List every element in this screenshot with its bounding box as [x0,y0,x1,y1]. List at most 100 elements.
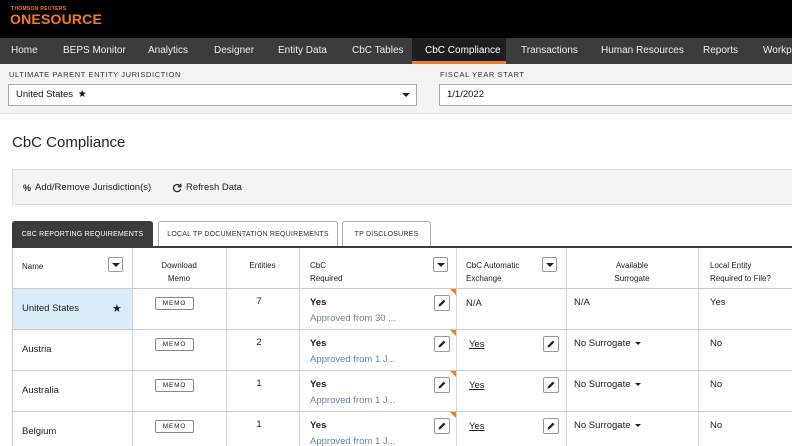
row-local-required: No [710,379,723,390]
row-cbc-approval: Approved from 1 J... [310,354,396,365]
download-memo-button[interactable]: MEMO [155,338,194,351]
row-auto-exchange-link[interactable]: Yes [469,421,485,432]
row-name-cell[interactable]: Austria [13,330,132,370]
row-cbc-approval: Approved from 1 J... [310,436,396,446]
row-local-required: No [710,420,723,431]
row-cbc-required: Yes [310,297,327,308]
brand-logo[interactable]: ONESOURCE [10,11,102,27]
nav-cbc-tables[interactable]: CbC Tables [350,38,406,64]
tab-local-tp-documentation[interactable]: LOCAL TP DOCUMENTATION REQUIREMENTS [158,221,338,246]
edit-cbc-button[interactable] [434,336,450,352]
col-header-available: Available [615,261,649,270]
row-local-required: No [710,338,723,349]
row-surrogate: No Surrogate [574,379,631,390]
toolbar: % Add/Remove Jurisdiction(s) Refresh Dat… [12,169,792,205]
refresh-label: Refresh Data [186,182,242,193]
table-row[interactable]: Belgium MEMO 1 Yes Approved from 1 J... … [13,412,792,446]
row-entities: 1 [256,419,262,430]
change-flag-icon [450,330,456,336]
row-entities: 7 [256,296,262,307]
star-icon: ★ [77,89,87,100]
row-cbc-required: Yes [310,338,327,349]
page-title: CbC Compliance [12,134,126,151]
jurisdiction-select[interactable]: United States ★ [8,84,417,106]
row-name-cell[interactable]: Australia [13,371,132,411]
cbc-column-menu[interactable] [433,257,448,272]
change-flag-icon [450,371,456,377]
exchange-column-menu[interactable] [542,257,557,272]
edit-exchange-button[interactable] [543,336,559,352]
download-memo-button[interactable]: MEMO [155,297,194,310]
chevron-down-icon [634,382,641,386]
filter-bar: ULTIMATE PARENT ENTITY JURISDICTION Unit… [0,64,792,114]
chevron-down-icon [402,93,410,97]
pencil-icon [438,422,446,430]
top-bar: THOMSON REUTERS ONESOURCE [0,0,792,38]
change-flag-icon [450,412,456,418]
nav-workpapers[interactable]: Workpa [761,38,792,64]
chevron-down-icon [634,341,641,345]
add-remove-jurisdiction-button[interactable]: % Add/Remove Jurisdiction(s) [23,182,151,193]
nav-beps-monitor[interactable]: BEPS Monitor [61,38,128,64]
row-auto-exchange-link[interactable]: Yes [469,339,485,350]
tab-tp-disclosures[interactable]: TP DISCLOSURES [342,221,431,246]
name-column-menu[interactable] [108,257,123,272]
nav-transactions[interactable]: Transactions [519,38,580,64]
row-name: Belgium [22,426,57,437]
pencil-icon [438,340,446,348]
add-remove-label: Add/Remove Jurisdiction(s) [35,182,152,193]
table-row[interactable]: United States ★ MEMO 7 Yes Approved from… [13,289,792,330]
table-row[interactable]: Austria MEMO 2 Yes Approved from 1 J... … [13,330,792,371]
jurisdiction-label: ULTIMATE PARENT ENTITY JURISDICTION [9,70,181,79]
percent-icon: % [23,182,32,193]
row-cbc-required: Yes [310,420,327,431]
fiscal-year-input[interactable]: 1/1/2022 [439,84,792,106]
row-surrogate: No Surrogate [574,338,631,349]
row-name: Austria [22,344,52,355]
row-auto-exchange: N/A [466,298,482,309]
refresh-icon [172,183,182,192]
row-cbc-approval: Approved from 1 J... [310,395,396,406]
col-header-memo: Memo [167,274,191,283]
edit-cbc-button[interactable] [434,377,450,393]
download-memo-button[interactable]: MEMO [155,420,194,433]
nav-analytics[interactable]: Analytics [146,38,190,64]
col-header-exchange: Exchange [466,274,502,283]
col-header-cbc-automatic: CbC Automatic [466,261,520,270]
col-header-required-to-file: Required to File? [710,274,771,283]
col-header-download: Download [161,261,197,270]
edit-cbc-button[interactable] [434,295,450,311]
surrogate-dropdown[interactable]: No Surrogate [574,338,641,349]
pencil-icon [438,381,446,389]
row-cbc-required: Yes [310,379,327,390]
pencil-icon [547,381,555,389]
main-nav: Home BEPS Monitor Analytics Designer Ent… [0,38,792,64]
nav-home[interactable]: Home [9,38,40,64]
row-name-cell[interactable]: United States ★ [13,289,132,329]
change-flag-icon [450,289,456,295]
surrogate-dropdown[interactable]: No Surrogate [574,420,641,431]
row-cbc-approval: Approved from 30 ... [310,313,397,324]
download-memo-button[interactable]: MEMO [155,379,194,392]
edit-cbc-button[interactable] [434,418,450,434]
surrogate-dropdown[interactable]: No Surrogate [574,379,641,390]
nav-designer[interactable]: Designer [212,38,256,64]
row-auto-exchange-link[interactable]: Yes [469,380,485,391]
nav-reports[interactable]: Reports [701,38,740,64]
row-surrogate: No Surrogate [574,420,631,431]
table-row[interactable]: Australia MEMO 1 Yes Approved from 1 J..… [13,371,792,412]
row-local-required: Yes [710,297,726,308]
row-surrogate: N/A [574,297,590,308]
edit-exchange-button[interactable] [543,377,559,393]
edit-exchange-button[interactable] [543,418,559,434]
row-name: United States [22,303,80,314]
nav-entity-data[interactable]: Entity Data [276,38,329,64]
nav-cbc-compliance[interactable]: CbC Compliance [412,38,506,64]
tab-cbc-reporting[interactable]: CBC REPORTING REQUIREMENTS [12,221,153,246]
row-name-cell[interactable]: Belgium [13,412,132,446]
cbc-grid: Name Download Memo Entities CbC Required… [12,248,792,446]
refresh-data-button[interactable]: Refresh Data [172,182,242,193]
row-name: Australia [22,385,59,396]
grid-header: Name Download Memo Entities CbC Required… [13,248,792,289]
nav-human-resources[interactable]: Human Resources [599,38,686,64]
